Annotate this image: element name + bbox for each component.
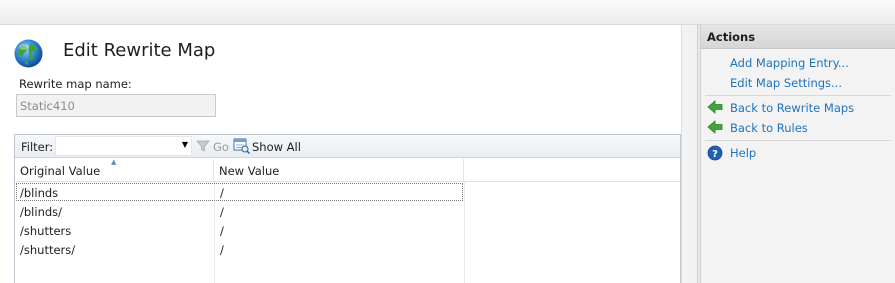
help-icon: ? xyxy=(707,145,723,161)
filter-combobox[interactable]: ▼ xyxy=(55,136,192,156)
column-header-label: New Value xyxy=(219,164,280,178)
table-row[interactable]: /blinds / xyxy=(15,183,464,202)
new-value-cell: / xyxy=(220,224,224,238)
original-value-cell: /shutters/ xyxy=(20,243,76,257)
column-header-label: Original Value xyxy=(20,164,101,178)
actions-header: Actions xyxy=(701,25,895,49)
column-divider xyxy=(464,182,465,283)
table-row[interactable]: /shutters/ / xyxy=(15,240,464,259)
map-name-field[interactable] xyxy=(16,94,216,117)
map-name-label: Rewrite map name: xyxy=(19,77,132,91)
new-value-cell: / xyxy=(220,243,224,257)
go-label: Go xyxy=(213,140,229,154)
sort-ascending-icon: ▲ xyxy=(111,158,117,166)
filter-label: Filter: xyxy=(21,140,54,154)
column-header-new-value[interactable]: New Value xyxy=(214,159,464,182)
green-back-arrow-icon xyxy=(707,100,723,114)
globe-icon xyxy=(14,39,43,68)
original-value-cell: /shutters xyxy=(20,224,72,238)
page-title: Edit Rewrite Map xyxy=(63,40,216,61)
show-all-icon xyxy=(233,138,250,154)
show-all-label: Show All xyxy=(252,140,301,154)
new-value-cell: / xyxy=(220,205,224,219)
green-back-arrow-icon xyxy=(707,120,723,134)
vertical-scrollbar[interactable] xyxy=(681,25,697,283)
funnel-icon xyxy=(196,140,210,152)
svg-text:?: ? xyxy=(712,149,718,160)
separator xyxy=(705,95,891,96)
new-value-cell: / xyxy=(220,186,224,200)
edit-map-settings-link[interactable]: Edit Map Settings... xyxy=(730,76,842,90)
original-value-cell: /blinds xyxy=(20,186,59,200)
original-value-cell: /blinds/ xyxy=(20,205,63,219)
table-row[interactable]: /blinds/ / xyxy=(15,202,464,221)
top-strip xyxy=(0,0,895,25)
actions-pane: Actions Add Mapping Entry... Edit Map Se… xyxy=(701,25,895,283)
chevron-down-icon[interactable]: ▼ xyxy=(182,140,188,149)
focus-rectangle xyxy=(16,183,463,201)
back-to-rewrite-maps-link[interactable]: Back to Rewrite Maps xyxy=(730,101,854,115)
back-to-rules-link[interactable]: Back to Rules xyxy=(730,121,808,135)
table-row[interactable]: /shutters / xyxy=(15,221,464,240)
show-all-button[interactable]: Show All xyxy=(233,138,323,155)
add-mapping-entry-link[interactable]: Add Mapping Entry... xyxy=(730,56,849,70)
filter-toolbar: Filter: ▼ Go ▼ Show All xyxy=(15,135,680,158)
separator xyxy=(705,140,891,141)
help-link[interactable]: Help xyxy=(730,146,756,160)
column-header-filler xyxy=(464,159,680,182)
